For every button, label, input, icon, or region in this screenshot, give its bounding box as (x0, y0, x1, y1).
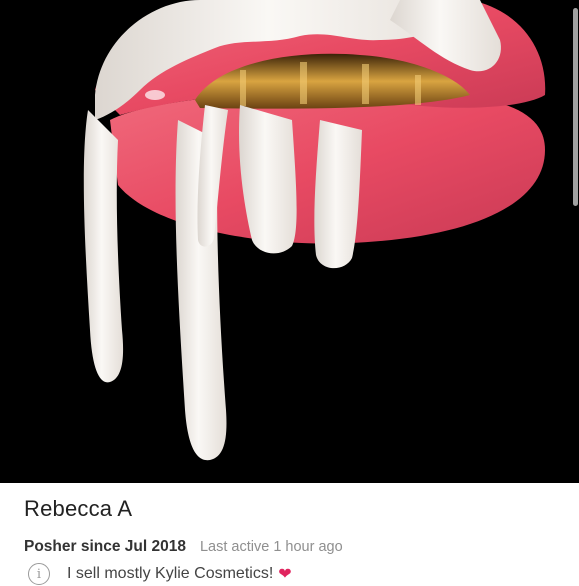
cover-photo (0, 0, 579, 483)
bio-text: I sell mostly Kylie Cosmetics! (67, 565, 274, 582)
profile-meta: Posher since Jul 2018 Last active 1 hour … (24, 538, 343, 556)
info-icon[interactable]: i (28, 563, 50, 585)
heart-icon: ❤ (278, 566, 292, 583)
dripping-lips-image (83, 0, 546, 461)
posher-since: Posher since Jul 2018 (24, 538, 186, 555)
scrollbar[interactable] (572, 0, 579, 210)
profile-info: Rebecca A Posher since Jul 2018 Last acti… (0, 483, 579, 585)
profile-name: Rebecca A (24, 496, 133, 521)
last-active: Last active 1 hour ago (199, 539, 343, 555)
profile-bio: i I sell mostly Kylie Cosmetics! ❤ (28, 562, 292, 586)
